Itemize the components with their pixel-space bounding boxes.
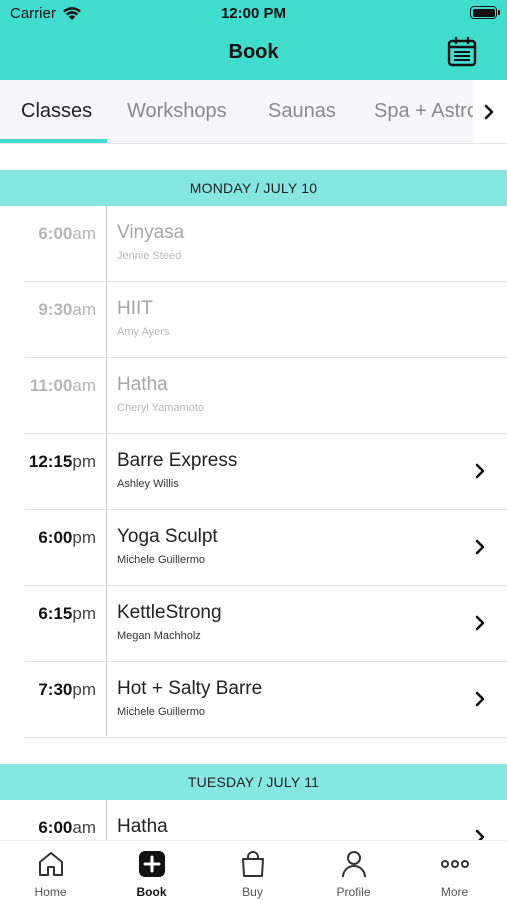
status-bar: Carrier 12:00 PM — [0, 0, 507, 28]
class-name: Hot + Salty Barre — [117, 678, 263, 699]
calendar-icon[interactable] — [446, 36, 478, 68]
tab-bar-profile[interactable]: Profile — [303, 841, 404, 900]
tab-classes[interactable]: Classes — [21, 100, 92, 123]
class-row-barre-express[interactable]: 12:15pm Barre Express Ashley Willis — [0, 434, 507, 510]
more-dots-icon — [441, 860, 469, 868]
tab-bar-more[interactable]: More — [404, 841, 505, 900]
day-header-monday: MONDAY / JULY 10 — [0, 170, 507, 206]
class-time: 12:15pm — [28, 452, 96, 471]
tab-bar-label: Home — [34, 885, 67, 899]
bottom-tab-bar: Home Book Buy Profile More — [0, 840, 507, 900]
class-time: 6:00am — [38, 224, 96, 243]
class-time: 6:15pm — [38, 604, 96, 623]
class-name: Yoga Sculpt — [117, 526, 218, 547]
tab-saunas[interactable]: Saunas — [268, 100, 336, 123]
tab-bar-home[interactable]: Home — [0, 841, 101, 900]
instructor-name: Ashley Willis — [117, 478, 179, 490]
class-time: 6:00am — [38, 818, 96, 837]
tab-bar-label: Buy — [242, 885, 263, 899]
class-time: 6:00pm — [38, 528, 96, 547]
chevron-right-icon[interactable] — [480, 101, 498, 123]
instructor-name: Cheryl Yamamoto — [117, 402, 205, 414]
class-time: 9:30am — [38, 300, 96, 319]
class-row-hot-salty-barre[interactable]: 7:30pm Hot + Salty Barre Michele Guiller… — [0, 662, 507, 738]
instructor-name: Michele Guillermo — [117, 554, 206, 566]
class-name: HIIT — [117, 298, 153, 319]
class-name: Hatha — [117, 374, 168, 395]
category-tabs: Classes Workshops Saunas Spa + Astro — [0, 80, 507, 144]
tab-bar-label: More — [440, 885, 469, 899]
class-time: 11:00am — [29, 376, 96, 395]
class-row-vinyasa[interactable]: 6:00am Vinyasa Jennie Steed — [0, 206, 507, 282]
tab-spa-astro[interactable]: Spa + Astro — [374, 100, 478, 123]
class-row-hatha[interactable]: 11:00am Hatha Cheryl Yamamoto — [0, 358, 507, 434]
chevron-right-icon[interactable] — [473, 461, 487, 481]
class-name: KettleStrong — [117, 602, 222, 623]
status-time: 12:00 PM — [220, 5, 287, 22]
tab-bar-label: Profile — [336, 885, 371, 899]
plus-square-icon — [139, 851, 165, 877]
chevron-right-icon[interactable] — [473, 537, 487, 557]
tab-workshops[interactable]: Workshops — [127, 100, 227, 123]
app-header: Carrier 12:00 PM Book — [0, 0, 507, 80]
shopping-bag-icon — [242, 851, 264, 877]
class-name: Vinyasa — [117, 222, 185, 243]
class-row-hiit[interactable]: 9:30am HIIT Amy Ayers — [0, 282, 507, 358]
chevron-right-icon[interactable] — [473, 689, 487, 709]
tab-bar-buy[interactable]: Buy — [202, 841, 303, 900]
chevron-right-icon[interactable] — [473, 613, 487, 633]
page-title: Book — [228, 41, 279, 63]
person-icon — [342, 851, 366, 878]
battery-icon — [470, 6, 500, 19]
instructor-name: Michele Guillermo — [117, 706, 206, 718]
active-tab-indicator — [0, 139, 107, 143]
tab-bar-label: Book — [136, 885, 167, 899]
day-header-tuesday: TUESDAY / JULY 11 — [0, 764, 507, 800]
instructor-name: Jennie Steed — [117, 250, 182, 262]
home-icon — [39, 852, 63, 876]
tab-bar-book[interactable]: Book — [101, 841, 202, 900]
class-name: Barre Express — [117, 450, 238, 471]
class-name: Hatha — [117, 816, 168, 837]
class-time: 7:30pm — [38, 680, 96, 699]
class-row-yoga-sculpt[interactable]: 6:00pm Yoga Sculpt Michele Guillermo — [0, 510, 507, 586]
instructor-name: Amy Ayers — [117, 326, 170, 338]
instructor-name: Megan Machholz — [117, 630, 201, 642]
class-row-kettlestrong[interactable]: 6:15pm KettleStrong Megan Machholz — [0, 586, 507, 662]
